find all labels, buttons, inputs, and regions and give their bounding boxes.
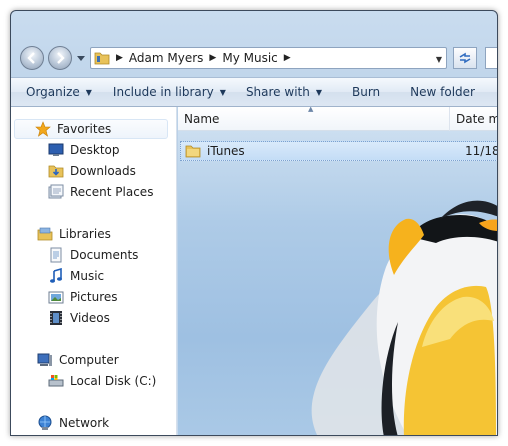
file-list-pane[interactable]: ▲ Name Date mo iTunes 11/18/2 <box>178 107 497 435</box>
pictures-icon <box>48 291 64 304</box>
burn-label: Burn <box>352 85 381 99</box>
nav-libraries-label: Libraries <box>59 227 111 241</box>
nav-network[interactable]: Network <box>37 413 109 433</box>
star-icon <box>35 121 51 137</box>
music-folder-icon <box>94 52 110 65</box>
nav-computer[interactable]: Computer <box>37 350 119 370</box>
organize-menu[interactable]: Organize ▼ <box>26 78 92 106</box>
burn-button[interactable]: Burn <box>352 78 380 106</box>
forward-arrow-icon <box>57 52 65 64</box>
nav-pictures[interactable]: Pictures <box>48 287 118 307</box>
new-folder-button[interactable]: New folder <box>410 78 475 106</box>
nav-videos-label: Videos <box>70 311 110 325</box>
forward-button[interactable] <box>48 46 72 70</box>
nav-videos[interactable]: Videos <box>48 308 110 328</box>
network-icon <box>38 415 52 430</box>
breadcrumb-separator[interactable]: ▶ <box>284 53 291 63</box>
file-name: iTunes <box>207 144 245 158</box>
column-name[interactable]: Name <box>184 112 219 126</box>
nav-local-disk-label: Local Disk (C:) <box>70 374 157 388</box>
nav-recent-places-label: Recent Places <box>70 185 154 199</box>
nav-downloads[interactable]: Downloads <box>48 161 136 181</box>
chevron-down-icon: ▼ <box>85 87 92 97</box>
nav-documents[interactable]: Documents <box>48 245 138 265</box>
recent-pages-dropdown-icon[interactable] <box>77 54 85 62</box>
nav-downloads-label: Downloads <box>70 164 136 178</box>
desktop-icon <box>48 143 64 156</box>
nav-music-label: Music <box>70 269 105 283</box>
breadcrumb-my-music[interactable]: My Music <box>222 51 277 65</box>
share-with-menu[interactable]: Share with ▼ <box>246 78 322 106</box>
nav-documents-label: Documents <box>70 248 139 262</box>
recent-places-icon <box>48 184 64 199</box>
command-bar: Organize ▼ Include in library ▼ Share wi… <box>11 77 497 107</box>
documents-icon <box>50 247 62 263</box>
chevron-down-icon: ▼ <box>315 87 322 97</box>
breadcrumb-separator[interactable]: ▶ <box>209 53 216 63</box>
column-header: ▲ Name Date mo <box>178 107 497 131</box>
search-input[interactable] <box>485 47 497 69</box>
column-date-modified[interactable]: Date mo <box>456 112 497 126</box>
nav-favorites-label: Favorites <box>57 122 112 136</box>
file-row-itunes[interactable]: iTunes 11/18/2 <box>180 141 497 161</box>
address-region: ▶ Adam Myers ▶ My Music ▶ ▼ <box>11 11 497 77</box>
folder-icon <box>185 145 201 158</box>
address-history-dropdown-icon[interactable]: ▼ <box>436 55 442 64</box>
back-arrow-icon <box>27 52 35 64</box>
include-in-library-label: Include in library <box>112 85 214 99</box>
nav-desktop[interactable]: Desktop <box>48 140 120 160</box>
file-date: 11/18/2 <box>465 144 497 158</box>
column-divider[interactable] <box>449 107 450 131</box>
breadcrumb-adam-myers[interactable]: Adam Myers <box>129 51 204 65</box>
videos-icon <box>50 311 62 325</box>
nav-network-label: Network <box>59 416 110 430</box>
local-disk-icon <box>48 375 64 387</box>
breadcrumb-separator[interactable]: ▶ <box>116 53 123 63</box>
chevron-down-icon: ▼ <box>219 87 226 97</box>
libraries-icon <box>37 227 53 241</box>
nav-favorites[interactable]: Favorites <box>35 119 111 139</box>
organize-label: Organize <box>26 85 80 99</box>
nav-desktop-label: Desktop <box>70 143 120 157</box>
nav-pictures-label: Pictures <box>70 290 118 304</box>
new-folder-label: New folder <box>410 85 475 99</box>
address-bar[interactable]: ▶ Adam Myers ▶ My Music ▶ ▼ <box>90 47 447 69</box>
computer-icon <box>37 353 52 366</box>
sort-indicator-icon: ▲ <box>308 107 314 113</box>
nav-recent-places[interactable]: Recent Places <box>48 182 153 202</box>
downloads-icon <box>48 165 64 178</box>
nav-libraries[interactable]: Libraries <box>37 224 111 244</box>
explorer-window: ▶ Adam Myers ▶ My Music ▶ ▼ Organize ▼ I… <box>10 10 498 436</box>
navigation-pane: Favorites Desktop Downloads Recent Place… <box>11 107 177 435</box>
nav-computer-label: Computer <box>59 353 119 367</box>
share-with-label: Share with <box>245 85 310 99</box>
music-icon <box>50 268 62 283</box>
refresh-icon <box>459 52 471 64</box>
refresh-button[interactable] <box>453 47 477 69</box>
nav-local-disk[interactable]: Local Disk (C:) <box>48 371 156 391</box>
include-in-library-menu[interactable]: Include in library ▼ <box>113 78 226 106</box>
back-button[interactable] <box>20 46 44 70</box>
nav-music[interactable]: Music <box>48 266 104 286</box>
